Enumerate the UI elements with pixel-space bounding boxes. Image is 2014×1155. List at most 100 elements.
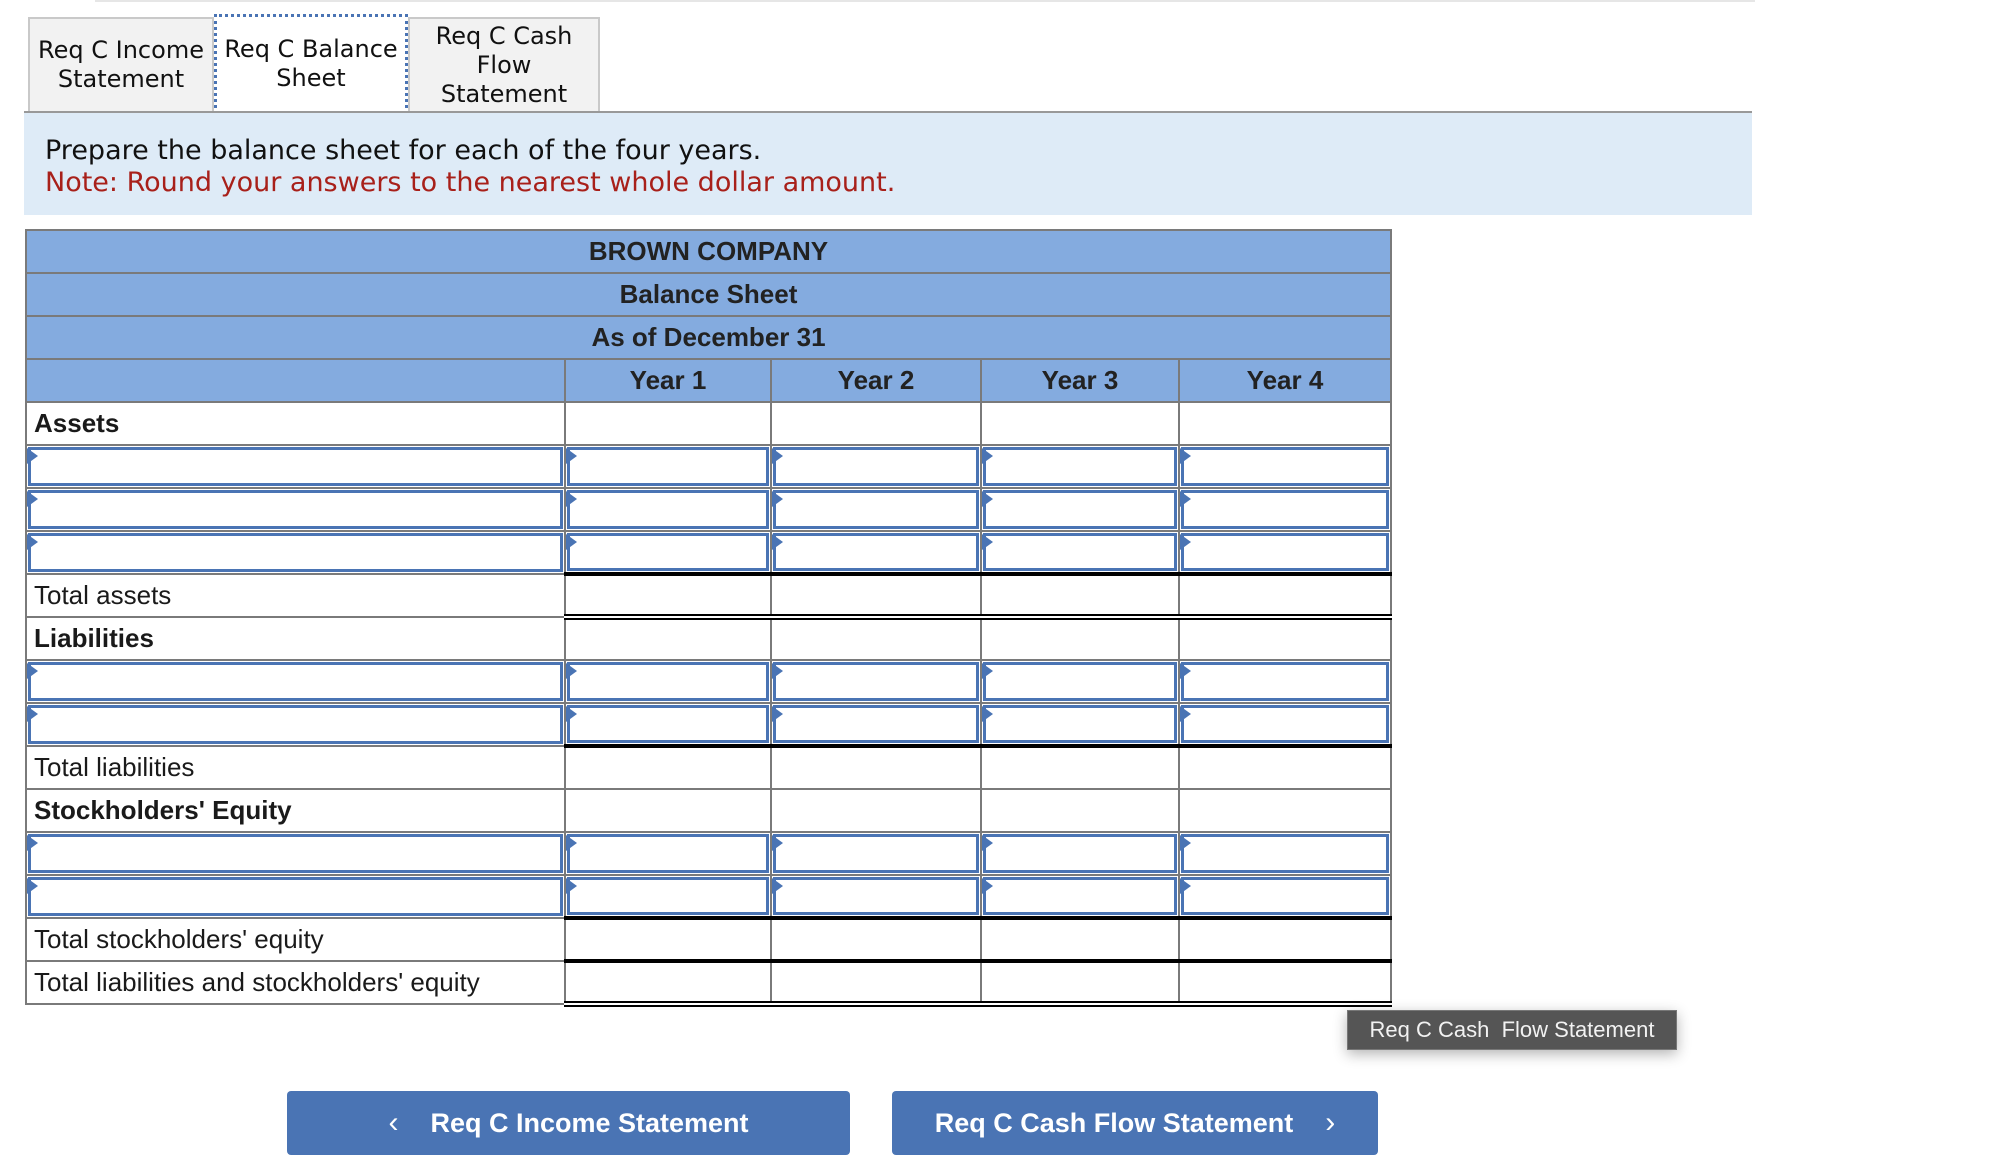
input-box[interactable]	[567, 447, 769, 486]
dropdown-flag-icon	[1180, 663, 1191, 679]
input-box[interactable]	[1181, 662, 1389, 701]
input-box[interactable]	[28, 705, 563, 744]
amount-input-year-3[interactable]	[980, 874, 1180, 919]
amount-input-year-2[interactable]	[770, 530, 982, 575]
dropdown-flag-icon	[27, 663, 38, 679]
top-divider	[95, 0, 1755, 2]
column-header-year-3: Year 3	[980, 358, 1180, 403]
input-box[interactable]	[983, 490, 1177, 529]
input-box[interactable]	[1181, 447, 1389, 486]
tab-cash-flow-statement[interactable]: Req C Cash Flow Statement	[408, 17, 600, 111]
input-box[interactable]	[983, 834, 1177, 873]
input-box[interactable]	[983, 447, 1177, 486]
input-box[interactable]	[567, 834, 769, 873]
account-name-input[interactable]	[25, 702, 566, 747]
input-box[interactable]	[1181, 533, 1389, 571]
amount-input-year-1[interactable]	[564, 831, 772, 876]
column-header-year-1: Year 1	[564, 358, 772, 403]
chevron-left-icon: ‹	[388, 1106, 399, 1139]
dropdown-flag-icon	[1180, 491, 1191, 507]
account-name-input[interactable]	[25, 874, 566, 919]
dropdown-flag-icon	[982, 706, 993, 722]
input-box[interactable]	[28, 877, 563, 916]
amount-input-year-3[interactable]	[980, 530, 1180, 575]
amount-input-year-2[interactable]	[770, 702, 982, 747]
input-box[interactable]	[983, 705, 1177, 743]
total-value-year-4	[1178, 744, 1392, 790]
amount-input-year-2[interactable]	[770, 444, 982, 489]
amount-input-year-3[interactable]	[980, 487, 1180, 532]
input-box[interactable]	[28, 490, 563, 529]
asset-input-row	[25, 444, 1392, 489]
amount-input-year-1[interactable]	[564, 487, 772, 532]
tab-income-statement[interactable]: Req C Income Statement	[28, 17, 214, 111]
input-box[interactable]	[28, 662, 563, 701]
input-box[interactable]	[28, 834, 563, 873]
tab-balance-sheet[interactable]: Req C Balance Sheet	[214, 14, 408, 114]
amount-input-year-2[interactable]	[770, 874, 982, 919]
input-box[interactable]	[773, 877, 979, 915]
input-box[interactable]	[28, 533, 563, 572]
amount-input-year-2[interactable]	[770, 659, 982, 704]
input-box[interactable]	[1181, 877, 1389, 915]
input-box[interactable]	[773, 705, 979, 743]
dropdown-flag-icon	[566, 491, 577, 507]
input-box[interactable]	[773, 662, 979, 701]
amount-input-year-2[interactable]	[770, 487, 982, 532]
total-equity-label: Total stockholders' equity	[25, 917, 566, 962]
account-name-input[interactable]	[25, 831, 566, 876]
input-box[interactable]	[983, 877, 1177, 915]
amount-input-year-4[interactable]	[1178, 831, 1392, 876]
amount-input-year-3[interactable]	[980, 659, 1180, 704]
input-box[interactable]	[983, 533, 1177, 571]
instructions-panel: Prepare the balance sheet for each of th…	[24, 111, 1752, 215]
input-box[interactable]	[1181, 834, 1389, 873]
account-name-input[interactable]	[25, 487, 566, 532]
input-box[interactable]	[773, 447, 979, 486]
dropdown-flag-icon	[27, 706, 38, 722]
prev-button[interactable]: ‹ Req C Income Statement	[287, 1091, 850, 1155]
asset-input-row	[25, 487, 1392, 532]
total-value-year-2	[770, 959, 982, 1007]
amount-input-year-4[interactable]	[1178, 487, 1392, 532]
account-name-input[interactable]	[25, 659, 566, 704]
input-box[interactable]	[983, 662, 1177, 701]
amount-input-year-1[interactable]	[564, 444, 772, 489]
amount-input-year-4[interactable]	[1178, 874, 1392, 919]
input-box[interactable]	[1181, 705, 1389, 743]
input-box[interactable]	[773, 834, 979, 873]
amount-input-year-4[interactable]	[1178, 659, 1392, 704]
input-box[interactable]	[773, 533, 979, 571]
amount-input-year-1[interactable]	[564, 874, 772, 919]
blank-cell	[1178, 788, 1392, 833]
next-button[interactable]: Req C Cash Flow Statement ›	[892, 1091, 1378, 1155]
dropdown-flag-icon	[27, 878, 38, 894]
input-box[interactable]	[28, 447, 563, 486]
input-box[interactable]	[773, 490, 979, 529]
amount-input-year-1[interactable]	[564, 530, 772, 575]
account-name-input[interactable]	[25, 530, 566, 575]
amount-input-year-4[interactable]	[1178, 444, 1392, 489]
column-header-blank	[25, 358, 566, 403]
equity-input-row	[25, 874, 1392, 919]
liabilities-header-row: Liabilities	[25, 616, 1392, 661]
amount-input-year-3[interactable]	[980, 702, 1180, 747]
amount-input-year-2[interactable]	[770, 831, 982, 876]
input-box[interactable]	[567, 662, 769, 701]
input-box[interactable]	[567, 490, 769, 529]
dropdown-flag-icon	[27, 491, 38, 507]
input-box[interactable]	[567, 533, 769, 571]
amount-input-year-3[interactable]	[980, 444, 1180, 489]
input-box[interactable]	[567, 877, 769, 915]
account-name-input[interactable]	[25, 444, 566, 489]
input-box[interactable]	[1181, 490, 1389, 529]
section-label-assets: Assets	[25, 401, 566, 446]
amount-input-year-1[interactable]	[564, 659, 772, 704]
amount-input-year-3[interactable]	[980, 831, 1180, 876]
total-liabilities-equity-label: Total liabilities and stockholders' equi…	[25, 960, 566, 1005]
amount-input-year-4[interactable]	[1178, 530, 1392, 575]
amount-input-year-4[interactable]	[1178, 702, 1392, 747]
amount-input-year-1[interactable]	[564, 702, 772, 747]
dropdown-flag-icon	[982, 835, 993, 851]
input-box[interactable]	[567, 705, 769, 743]
